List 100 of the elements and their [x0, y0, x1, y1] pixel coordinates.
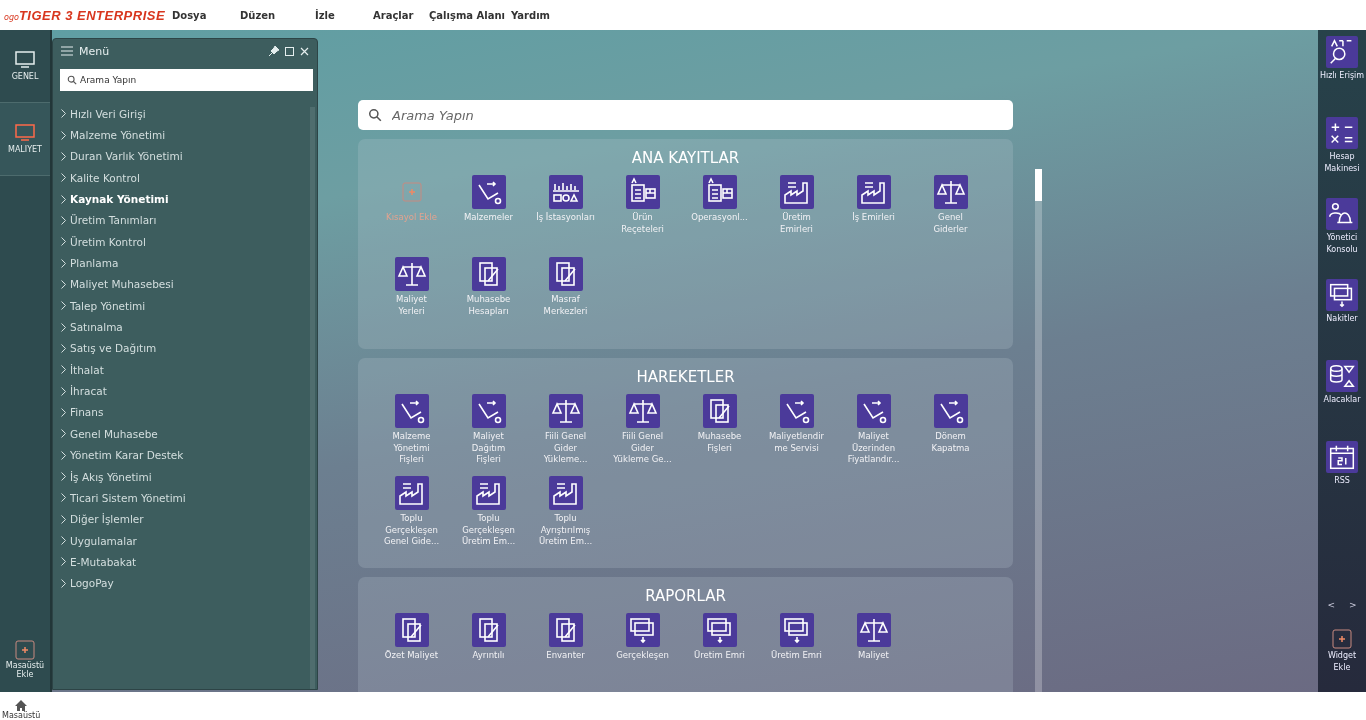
shortcut-label[interactable]: Dönem Kapatma [912, 431, 989, 454]
shortcut-label[interactable]: Ayrıntılı [450, 650, 527, 662]
menu-item[interactable]: İzle [315, 9, 373, 21]
shortcut-label[interactable]: Muhasebe Hesapları [450, 294, 527, 317]
shortcut-label[interactable]: Maliyetlendir me Servisi [758, 431, 835, 454]
search-field[interactable]: Arama Yapın [358, 100, 1013, 130]
widget-label[interactable]: Hesap Makinesi [1324, 151, 1360, 175]
workstation-icon[interactable] [548, 175, 583, 209]
menu-item[interactable]: Dosya [172, 9, 240, 21]
scale-icon[interactable] [548, 394, 583, 428]
menu-tree-item[interactable]: Üretim Tanımları [61, 209, 310, 232]
stack-icon[interactable] [1326, 279, 1358, 311]
menu-tree-item[interactable]: Malzeme Yönetimi [61, 124, 310, 146]
menu-tree-item[interactable]: Duran Varlık Yönetimi [61, 145, 310, 168]
scrollbar[interactable] [1035, 169, 1042, 692]
coins-icon[interactable] [1326, 360, 1358, 392]
scale-icon[interactable] [933, 175, 968, 209]
menu-tree-item[interactable]: Üretim Kontrol [61, 231, 310, 253]
shortcut-label[interactable]: Genel Giderler [912, 212, 989, 235]
menu-item[interactable]: Yardım [511, 9, 571, 21]
widget-label[interactable]: Nakitler [1326, 313, 1358, 325]
menu-item[interactable]: Araçlar [373, 9, 429, 21]
rail-tab[interactable]: MALIYET [0, 103, 50, 176]
menu-tree-item[interactable]: LogoPay [61, 572, 310, 594]
shortcut-label[interactable]: Masraf Merkezleri [527, 294, 604, 317]
trolley-icon[interactable] [471, 175, 506, 209]
shortcut-label[interactable]: Maliyet Üzerinden Fiyatlandır... [835, 431, 912, 466]
shortcut-label[interactable]: Envanter [527, 650, 604, 662]
form-icon[interactable] [471, 257, 506, 291]
shortcut-label[interactable]: Toplu Gerçekleşen Genel Gide... [373, 513, 450, 548]
form-icon[interactable] [471, 613, 506, 647]
trolley-icon[interactable] [856, 394, 891, 428]
stack-icon[interactable] [702, 613, 737, 647]
search-field[interactable]: Arama Yapın [60, 69, 313, 91]
menu-tree-item[interactable]: Talep Yönetimi [61, 295, 310, 317]
stack-icon[interactable] [779, 613, 814, 647]
menu-tree-item[interactable]: Uygulamalar [61, 529, 310, 552]
shortcut-label[interactable]: Gerçekleşen [604, 650, 681, 662]
menu-tree-item[interactable]: Genel Muhasebe [61, 423, 310, 445]
calculator-icon[interactable] [1326, 117, 1358, 149]
shortcut-label[interactable]: Toplu Gerçekleşen Üretim Em... [450, 513, 527, 548]
menu-tree-item[interactable]: Satış ve Dağıtım [61, 337, 310, 360]
trolley-icon[interactable] [933, 394, 968, 428]
widget-label[interactable]: RSS [1334, 475, 1350, 487]
menu-tree-item[interactable]: E-Mutabakat [61, 551, 310, 573]
person-bell-icon[interactable] [1326, 198, 1358, 230]
scale-icon[interactable] [856, 613, 891, 647]
trolley-icon[interactable] [779, 394, 814, 428]
shortcut-label[interactable]: Özet Maliyet [373, 650, 450, 662]
widget-label[interactable]: Alacaklar [1323, 394, 1361, 406]
shortcut-label[interactable]: Muhasebe Fişleri [681, 431, 758, 454]
menu-tree-item[interactable]: İhracat [61, 380, 310, 402]
form-icon[interactable] [702, 394, 737, 428]
shortcut-label[interactable]: Maliyet Yerleri [373, 294, 450, 317]
scale-icon[interactable] [625, 394, 660, 428]
shortcut-label[interactable]: Fiili Genel Gider Yükleme Ge... [604, 431, 681, 466]
menu-tree-item[interactable]: İthalat [61, 359, 310, 381]
menu-tree-item[interactable]: İş Akış Yönetimi [61, 465, 310, 488]
shortcut-label[interactable]: Maliyet [835, 650, 912, 662]
menu-tree-item[interactable]: Maliyet Muhasebesi [61, 273, 310, 296]
calendar-icon[interactable] [1326, 441, 1358, 473]
factory-icon[interactable] [548, 476, 583, 510]
menu-tree-item[interactable]: Satınalma [61, 316, 310, 338]
scale-icon[interactable] [394, 257, 429, 291]
search-icon[interactable] [1326, 36, 1358, 68]
add-desktop-button[interactable]: Masaüstü Ekle [0, 620, 50, 692]
factory-icon[interactable] [394, 476, 429, 510]
shortcut-label[interactable]: Malzeme Yönetimi Fişleri [373, 431, 450, 466]
trolley-icon[interactable] [471, 394, 506, 428]
menu-tree-item[interactable]: Ticari Sistem Yönetimi [61, 487, 310, 509]
factory-icon[interactable] [856, 175, 891, 209]
factory-icon[interactable] [471, 476, 506, 510]
next-arrow[interactable]: > [1349, 600, 1357, 610]
menu-tree-item[interactable]: Kaynak Yönetimi [61, 188, 310, 210]
shortcut-label[interactable]: Toplu Ayrıştırılmış Üretim Em... [527, 513, 604, 548]
menu-tree-item[interactable]: Yönetim Karar Destek [61, 444, 310, 466]
maximize-icon[interactable] [285, 46, 294, 56]
shortcut-label[interactable]: Fiili Genel Gider Yükleme... [527, 431, 604, 466]
widget-label[interactable]: Hızlı Erişim [1319, 70, 1365, 82]
factory-icon[interactable] [779, 175, 814, 209]
menu-tree-item[interactable]: Finans [61, 401, 310, 424]
stack-icon[interactable] [625, 613, 660, 647]
menu-item[interactable]: Çalışma Alanı [429, 9, 511, 21]
trolley-icon[interactable] [394, 394, 429, 428]
menu-tree-item[interactable]: Hızlı Veri Girişi [61, 103, 310, 125]
menu-tree-item[interactable]: Diğer İşlemler [61, 508, 310, 530]
widget-label[interactable]: Yönetici Konsolu [1326, 232, 1358, 256]
close-icon[interactable] [300, 46, 309, 56]
document-icon[interactable] [625, 175, 660, 209]
pin-icon[interactable] [269, 46, 279, 56]
desktop-tab[interactable]: Masaüstü [2, 700, 41, 720]
shortcut-label[interactable]: Maliyet Dağıtım Fişleri [450, 431, 527, 466]
widget-label[interactable]: Widget Ekle [1327, 650, 1357, 674]
menu-icon[interactable] [61, 46, 73, 56]
menu-tree-item[interactable]: Planlama [61, 252, 310, 274]
menu-item[interactable]: Düzen [240, 9, 315, 21]
form-icon[interactable] [548, 257, 583, 291]
form-icon[interactable] [394, 613, 429, 647]
shortcut-label[interactable]: Üretim Emri [758, 650, 835, 662]
shortcut-label[interactable]: Üretim Emri [681, 650, 758, 662]
